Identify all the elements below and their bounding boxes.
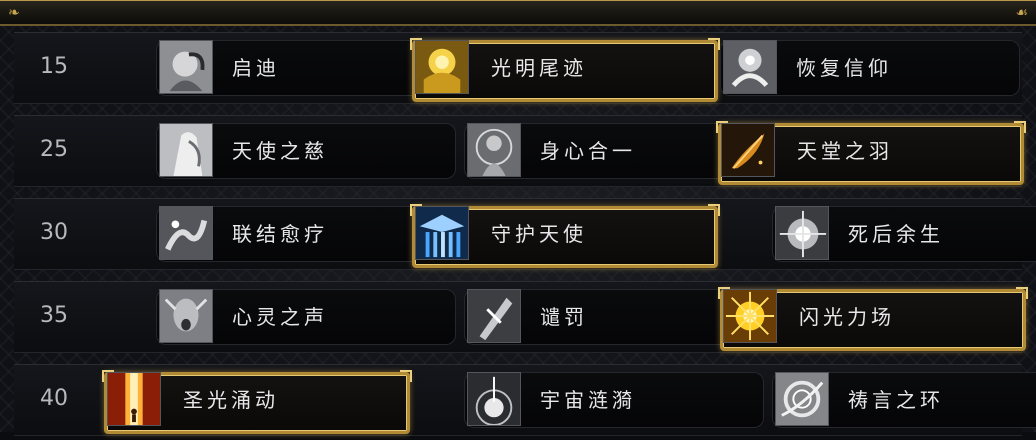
talent-name: 光明尾迹 [491,56,587,80]
talent-name: 死后余生 [848,222,944,246]
talent-option[interactable]: 守护天使 [410,204,720,268]
cosmic-ripple-icon [467,372,521,426]
trail-of-light-icon [415,40,469,94]
talent-option[interactable]: 宇宙涟漪 [464,372,764,428]
talent-name: 天堂之羽 [797,139,893,163]
row-level: 15 [40,54,68,79]
talent-name: 宇宙涟漪 [540,388,636,412]
talent-name: 恢复信仰 [796,56,892,80]
talent-name: 天使之慈 [232,139,328,163]
talent-option[interactable]: 恢复信仰 [720,40,1020,96]
surge-of-light-icon [107,372,161,426]
talent-name: 谴罚 [540,305,588,329]
talent-option[interactable]: 天使之慈 [156,123,456,179]
talent-option[interactable]: 死后余生 [772,206,1036,262]
talent-option[interactable]: 天堂之羽 [716,121,1026,185]
talent-name: 祷言之环 [848,388,944,412]
body-and-mind-icon [467,123,521,177]
renewed-faith-icon [723,40,777,94]
enlightenment-icon [159,40,213,94]
talent-option[interactable]: 心灵之声 [156,289,456,345]
row-level: 35 [40,303,68,328]
talent-name: 守护天使 [491,222,587,246]
corner-ornament-icon: ❧ [8,5,20,21]
talent-row: 35 心灵之声 谴罚 闪光力场 [0,275,1036,357]
talent-name: 闪光力场 [799,305,895,329]
panel-top-border: ❧ ☙ [0,0,1036,26]
talent-option[interactable]: 闪光力场 [718,287,1028,351]
talent-row: 15 启迪 光明尾迹 恢复信仰 [0,26,1036,108]
circle-of-healing-icon [775,372,829,426]
row-level: 25 [40,137,68,162]
talent-option[interactable]: 圣光涌动 [102,370,412,434]
row-level: 30 [40,220,68,245]
binding-heal-icon [159,206,213,260]
talent-name: 身心合一 [540,139,636,163]
guardian-angel-icon [415,206,469,260]
angels-mercy-icon [159,123,213,177]
talent-row: 40 圣光涌动 宇宙涟漪 祷言之环 [0,358,1036,440]
talent-name: 启迪 [232,56,280,80]
talent-row: 25 天使之慈 身心合一 天堂之羽 [0,109,1036,191]
talent-option[interactable]: 祷言之环 [772,372,1036,428]
shining-force-icon [723,289,777,343]
angelic-feather-icon [721,123,775,177]
talent-name: 心灵之声 [232,305,328,329]
talent-name: 圣光涌动 [183,388,279,412]
psychic-voice-icon [159,289,213,343]
corner-ornament-icon: ☙ [1015,5,1028,21]
row-level: 40 [40,386,68,411]
talent-panel: ❧ ☙ 15 启迪 光明尾迹 恢复信仰 25 天使之慈 身心合一 天堂之羽 30… [0,0,1036,436]
censure-icon [467,289,521,343]
talent-option[interactable]: 光明尾迹 [410,38,720,102]
talent-name: 联结愈疗 [232,222,328,246]
talent-row: 30 联结愈疗 守护天使 死后余生 [0,192,1036,274]
afterlife-icon [775,206,829,260]
